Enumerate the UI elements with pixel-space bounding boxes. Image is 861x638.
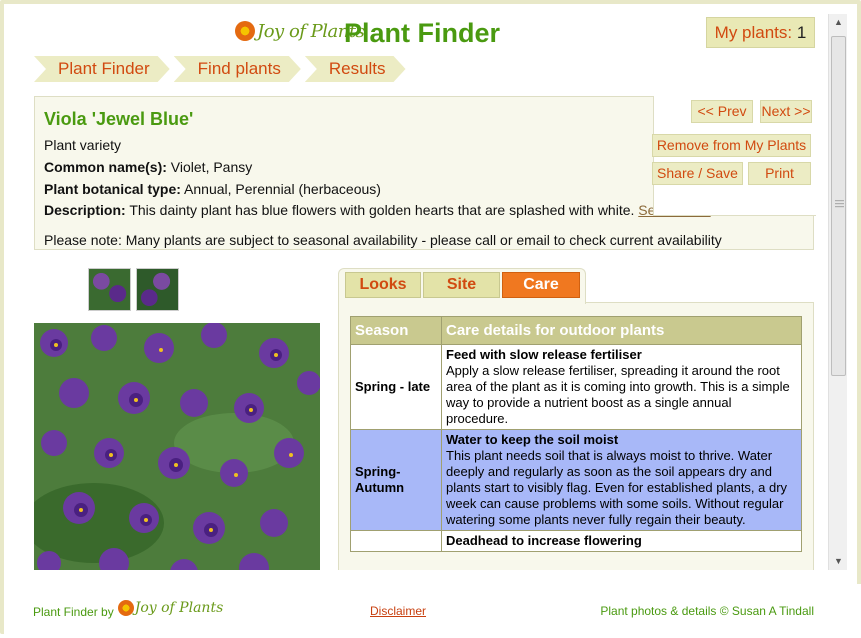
plant-info-panel: Viola 'Jewel Blue' Plant variety Common … bbox=[34, 96, 816, 250]
season-cell bbox=[350, 530, 442, 552]
breadcrumb-find-plants[interactable]: Find plants bbox=[174, 56, 301, 82]
description-label: Description: bbox=[44, 202, 126, 218]
breadcrumb: Plant Finder Find plants Results bbox=[34, 56, 410, 82]
care-title: Water to keep the soil moist bbox=[446, 432, 619, 447]
next-button[interactable]: Next >> bbox=[760, 100, 812, 123]
main-content: Joy of Plants Plant Finder My plants: 1 … bbox=[10, 10, 826, 570]
season-cell: Spring - late bbox=[350, 344, 442, 430]
footer-by-label: Plant Finder by bbox=[33, 605, 114, 619]
share-save-button[interactable]: Share / Save bbox=[652, 162, 743, 185]
disclaimer-link[interactable]: Disclaimer bbox=[370, 604, 426, 618]
my-plants-label: My plants: bbox=[714, 23, 793, 42]
my-plants-count: 1 bbox=[796, 23, 807, 42]
breadcrumb-results[interactable]: Results bbox=[305, 56, 406, 82]
care-title: Feed with slow release fertiliser bbox=[446, 347, 642, 362]
footer-logo[interactable]: Joy of Plants bbox=[117, 600, 224, 616]
flower-logo-icon bbox=[235, 21, 255, 41]
my-plants-button[interactable]: My plants: 1 bbox=[706, 17, 815, 48]
care-detail-cell: Water to keep the soil moist This plant … bbox=[441, 429, 802, 531]
description-value: This dainty plant has blue flowers with … bbox=[129, 202, 635, 218]
tab-site[interactable]: Site bbox=[423, 272, 500, 298]
care-text: This plant needs soil that is always moi… bbox=[446, 448, 788, 527]
footer-logo-text: Joy of Plants bbox=[134, 600, 224, 616]
season-cell: Spring-Autumn bbox=[350, 429, 442, 531]
availability-note: Please note: Many plants are subject to … bbox=[44, 232, 722, 248]
vertical-scrollbar[interactable]: ▲ — — — ▼ bbox=[828, 14, 847, 570]
care-table: Season Care details for outdoor plants S… bbox=[350, 316, 802, 552]
scroll-down-icon[interactable]: ▼ bbox=[829, 553, 848, 570]
prev-button[interactable]: << Prev bbox=[691, 100, 753, 123]
footer: Plant Finder by Joy of Plants Disclaimer… bbox=[4, 584, 861, 638]
photo-thumbnail-1[interactable] bbox=[88, 268, 131, 311]
botanical-type: Plant botanical type: Annual, Perennial … bbox=[44, 181, 381, 197]
column-header-care-details: Care details for outdoor plants bbox=[441, 316, 802, 345]
table-row: Deadhead to increase flowering bbox=[350, 530, 802, 552]
violet-flowers-image bbox=[34, 323, 320, 570]
remove-from-my-plants-button[interactable]: Remove from My Plants bbox=[652, 134, 811, 157]
plant-photo bbox=[34, 323, 320, 570]
common-names-value: Violet, Pansy bbox=[170, 159, 253, 175]
care-detail-cell: Feed with slow release fertiliser Apply … bbox=[441, 344, 802, 430]
print-button[interactable]: Print bbox=[748, 162, 811, 185]
care-detail-cell: Deadhead to increase flowering bbox=[441, 530, 802, 552]
common-names-label: Common name(s): bbox=[44, 159, 167, 175]
app-frame: Joy of Plants Plant Finder My plants: 1 … bbox=[0, 0, 861, 638]
photo-credit: Plant photos & details © Susan A Tindall bbox=[600, 604, 814, 618]
table-header-row: Season Care details for outdoor plants bbox=[350, 316, 802, 345]
tab-looks[interactable]: Looks bbox=[345, 272, 421, 298]
tab-care[interactable]: Care bbox=[502, 272, 580, 298]
botanical-type-label: Plant botanical type: bbox=[44, 181, 181, 197]
breadcrumb-plant-finder[interactable]: Plant Finder bbox=[34, 56, 170, 82]
column-header-season: Season bbox=[350, 316, 442, 345]
plant-name: Viola 'Jewel Blue' bbox=[44, 109, 194, 129]
grip-icon: — — — bbox=[835, 195, 844, 211]
description: Description: This dainty plant has blue … bbox=[44, 202, 711, 218]
table-row: Spring-Autumn Water to keep the soil moi… bbox=[350, 429, 802, 531]
botanical-type-value: Annual, Perennial (herbaceous) bbox=[184, 181, 381, 197]
page-title: Plant Finder bbox=[344, 18, 501, 48]
scrollbar-thumb[interactable]: — — — bbox=[831, 36, 846, 376]
common-names: Common name(s): Violet, Pansy bbox=[44, 159, 252, 175]
action-panel: << Prev Next >> Remove from My Plants Sh… bbox=[652, 96, 816, 216]
photo-thumbnail-2[interactable] bbox=[136, 268, 179, 311]
care-title: Deadhead to increase flowering bbox=[446, 533, 642, 548]
plant-category: Plant variety bbox=[44, 137, 122, 153]
care-text: Apply a slow release fertiliser, spreadi… bbox=[446, 363, 790, 426]
footer-attribution: Plant Finder by Joy of Plants bbox=[33, 600, 223, 619]
flower-logo-icon bbox=[117, 600, 134, 616]
table-row: Spring - late Feed with slow release fer… bbox=[350, 344, 802, 430]
scroll-up-icon[interactable]: ▲ bbox=[829, 14, 848, 31]
